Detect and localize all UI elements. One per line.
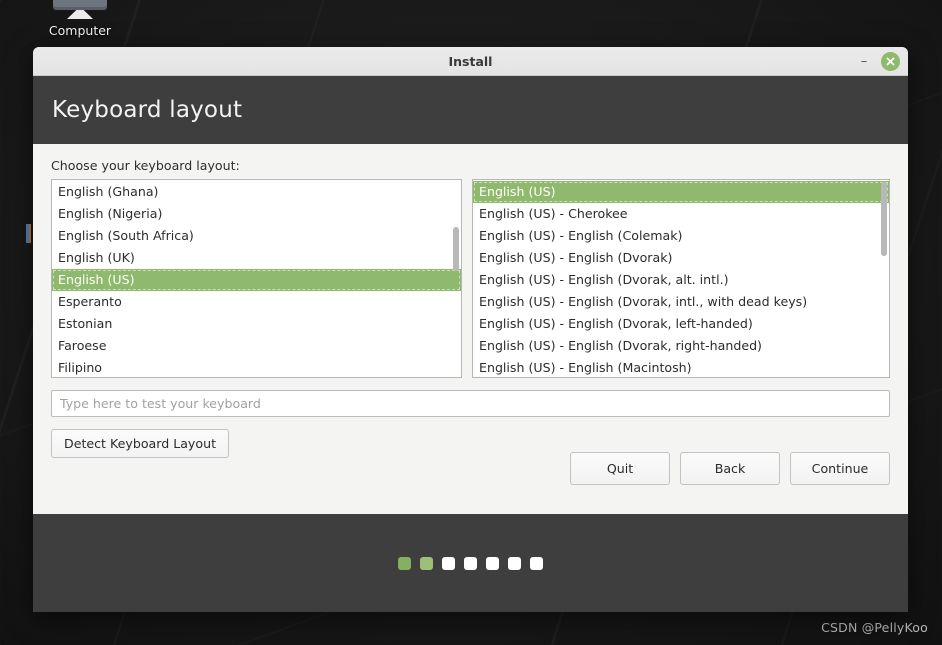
keyboard-layout-item[interactable]: English (Nigeria): [52, 203, 461, 225]
close-icon[interactable]: [881, 51, 900, 71]
keyboard-layout-item[interactable]: Filipino: [52, 357, 461, 377]
progress-dot: [530, 556, 543, 570]
progress-dots: [398, 556, 543, 570]
keyboard-variant-item[interactable]: English (US) - English (Colemak): [473, 225, 889, 247]
keyboard-layout-item[interactable]: English (South Africa): [52, 225, 461, 247]
window-content: Choose your keyboard layout: English (Gh…: [33, 144, 908, 514]
desktop-icon-label: Computer: [48, 23, 112, 38]
keyboard-layout-item[interactable]: English (UK): [52, 247, 461, 269]
keyboard-layout-item[interactable]: English (Ghana): [52, 181, 461, 203]
keyboard-variant-item[interactable]: English (US) - English (Dvorak, intl., w…: [473, 291, 889, 313]
window-title: Install: [448, 53, 493, 69]
layout-list-scrollbar[interactable]: [451, 181, 460, 376]
keyboard-variant-item[interactable]: English (US) - English (Dvorak, right-ha…: [473, 335, 889, 357]
keyboard-layout-item[interactable]: Estonian: [52, 313, 461, 335]
window-controls: –: [855, 47, 900, 75]
variant-list-scrollbar[interactable]: [879, 181, 888, 376]
choose-layout-label: Choose your keyboard layout:: [51, 158, 240, 173]
progress-dot: [398, 556, 411, 570]
keyboard-layout-list-items: English (Ghana) English (Nigeria) English …: [52, 180, 461, 377]
keyboard-layout-item[interactable]: English (US): [52, 269, 461, 291]
window-titlebar[interactable]: Install –: [33, 47, 908, 76]
window-footer: [33, 514, 908, 612]
install-window: Install – Keyboard layout Choose your ke…: [33, 47, 908, 612]
window-header: Keyboard layout: [33, 76, 908, 144]
progress-dot: [420, 556, 433, 570]
keyboard-layout-item[interactable]: Esperanto: [52, 291, 461, 313]
keyboard-test-input[interactable]: [51, 390, 890, 417]
variant-list-scroll-thumb[interactable]: [881, 182, 887, 256]
continue-button[interactable]: Continue: [790, 452, 890, 485]
keyboard-lists-row: English (Ghana) English (Nigeria) English …: [51, 179, 890, 378]
detect-keyboard-layout-button[interactable]: Detect Keyboard Layout: [51, 429, 230, 458]
page-title: Keyboard layout: [52, 97, 243, 123]
dialog-action-buttons: Quit Back Continue: [570, 452, 890, 485]
minimize-icon[interactable]: –: [855, 52, 873, 70]
quit-button[interactable]: Quit: [570, 452, 670, 485]
keyboard-variant-item[interactable]: English (US) - English (Macintosh): [473, 357, 889, 377]
progress-dot: [486, 556, 499, 570]
keyboard-layout-item[interactable]: Faroese: [52, 335, 461, 357]
progress-dot: [508, 556, 521, 570]
keyboard-variant-list[interactable]: English (US) English (US) - Cherokee Engli…: [472, 179, 890, 378]
keyboard-variant-item[interactable]: English (US) - Cherokee: [473, 203, 889, 225]
desktop-icon-computer[interactable]: Computer: [42, 0, 118, 38]
progress-dot: [464, 556, 477, 570]
keyboard-layout-list[interactable]: English (Ghana) English (Nigeria) English …: [51, 179, 462, 378]
layout-list-scroll-thumb[interactable]: [453, 227, 459, 271]
keyboard-variant-item[interactable]: English (US) - English (Dvorak, left-han…: [473, 313, 889, 335]
screen-edge-artifact: [26, 224, 31, 243]
desktop: Computer CSDN @PellyKoo Install – Keyboa…: [0, 0, 942, 645]
keyboard-variant-item[interactable]: English (US): [473, 181, 889, 203]
keyboard-variant-list-items: English (US) English (US) - Cherokee Engli…: [473, 180, 889, 377]
keyboard-variant-item[interactable]: English (US) - English (Dvorak, alt. int…: [473, 269, 889, 291]
watermark-text: CSDN @PellyKoo: [821, 620, 928, 635]
back-button[interactable]: Back: [680, 452, 780, 485]
keyboard-variant-item[interactable]: English (US) - English (Dvorak): [473, 247, 889, 269]
progress-dot: [442, 556, 455, 570]
monitor-icon: [53, 0, 107, 10]
